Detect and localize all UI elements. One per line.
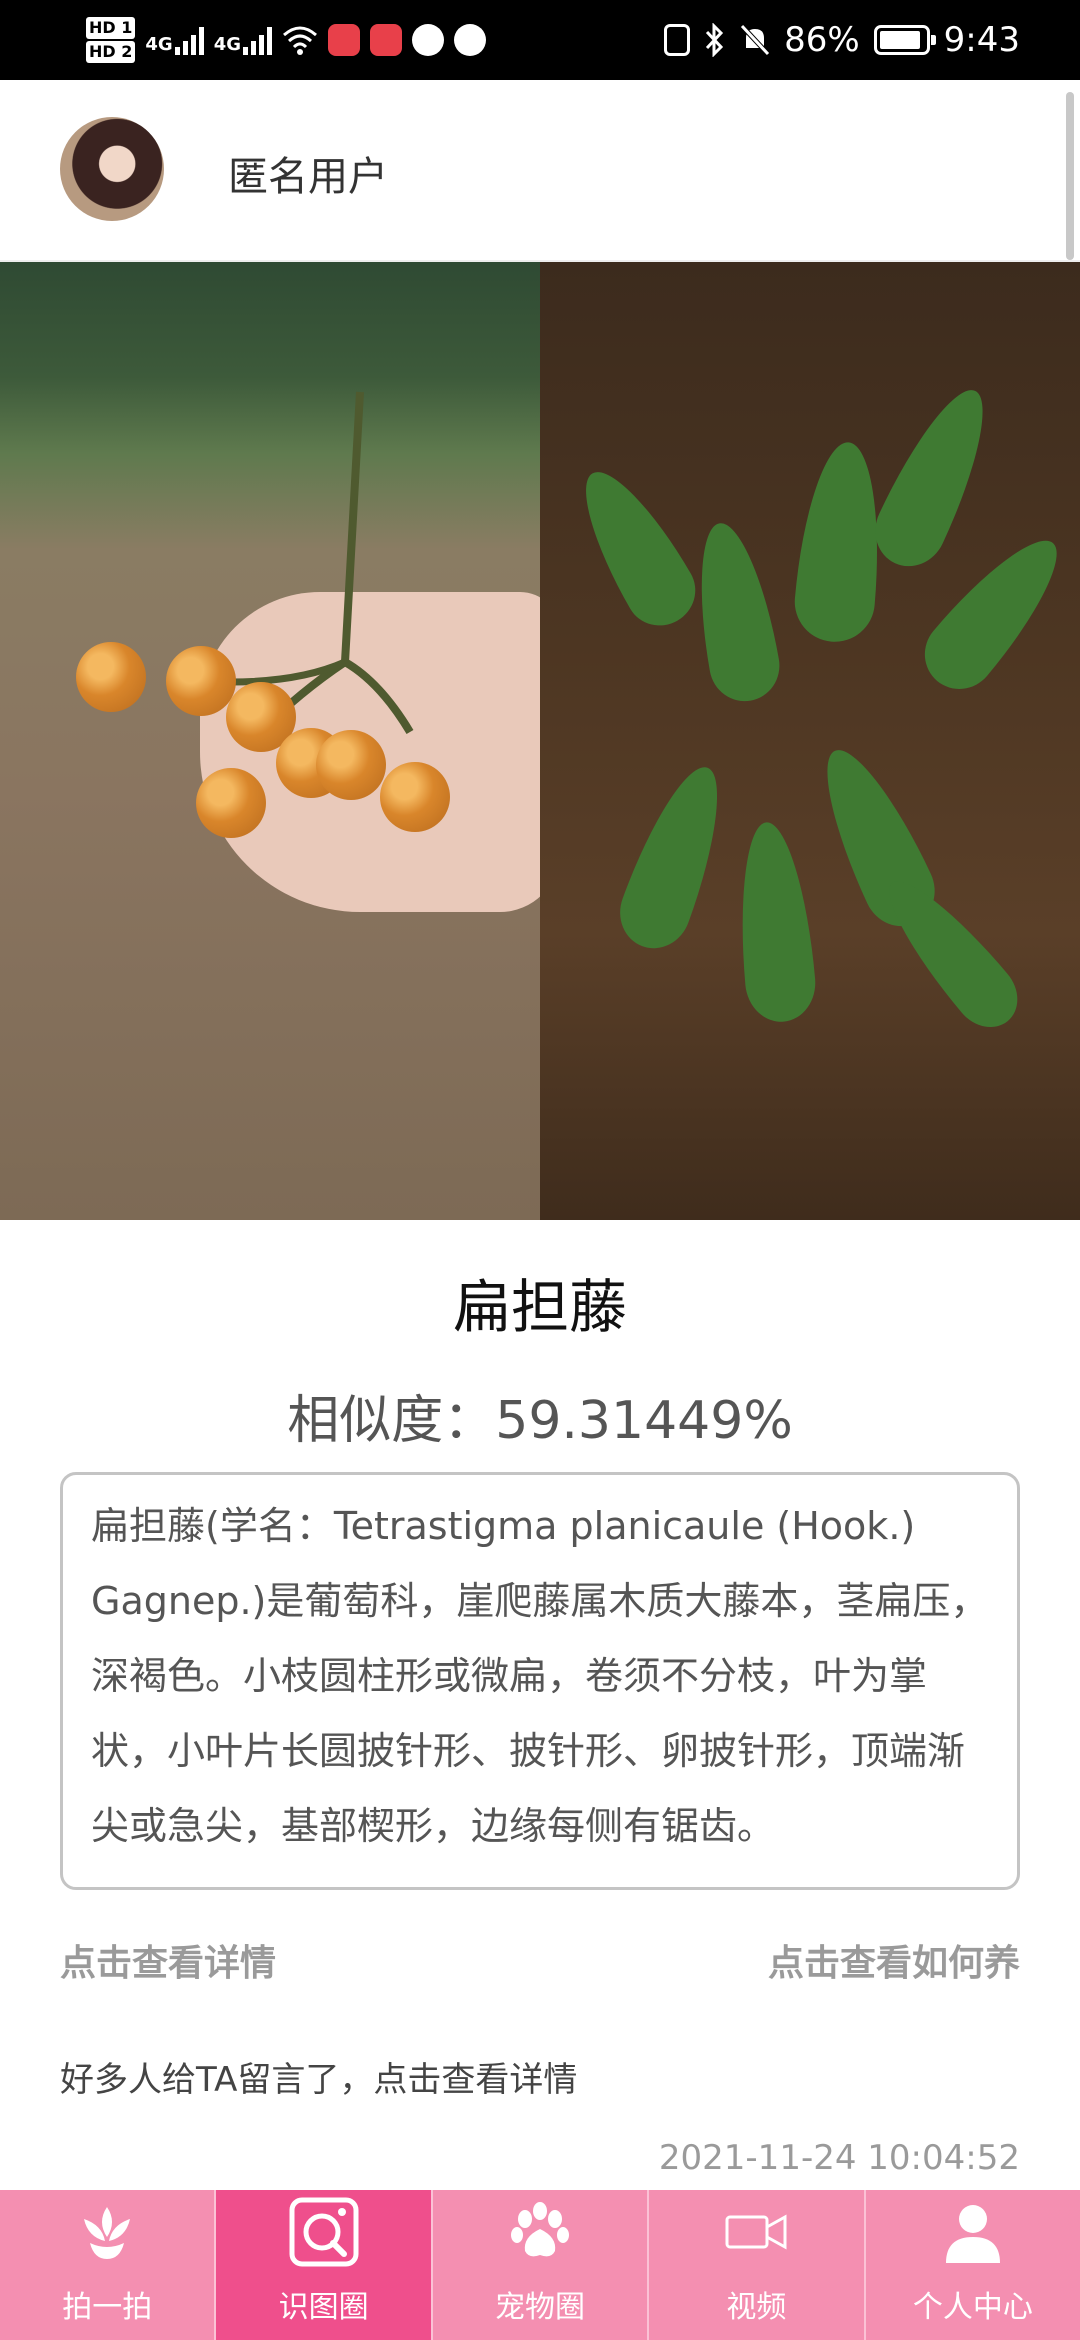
description-box[interactable]: 扁担藤(学名：Tetrastigma planicaule (Hook.) Ga… — [60, 1472, 1020, 1890]
notification-app-icon — [328, 24, 360, 56]
person-icon — [933, 2192, 1013, 2272]
nfc-icon — [664, 24, 691, 56]
clock: 9:43 — [943, 20, 1020, 60]
bottom-nav: 拍一拍 识图圈 宠物圈 视频 个人中心 — [0, 2190, 1080, 2340]
notification-circle-icon — [412, 24, 444, 56]
plant-name: 扁担藤 — [452, 1273, 627, 1341]
scrollbar[interactable] — [1066, 92, 1074, 260]
status-right: 86% 9:43 — [664, 10, 1020, 70]
status-bar: HD 1 HD 2 4G 4G 86% 9:43 — [0, 0, 1080, 80]
plant-photos — [0, 262, 1080, 1220]
view-detail-link[interactable]: 点击查看详情 — [60, 1934, 276, 1986]
avatar[interactable] — [60, 117, 164, 221]
status-left: HD 1 HD 2 4G 4G — [86, 10, 486, 70]
plant-photo-fruit[interactable] — [0, 262, 560, 1220]
fruit-berry — [316, 730, 386, 800]
nav-label: 视频 — [726, 2290, 787, 2325]
fruit-berry — [166, 646, 236, 716]
video-camera-icon — [716, 2192, 796, 2272]
leaf-shape — [562, 455, 708, 639]
hd-2-label: HD 2 — [86, 41, 136, 63]
paw-icon — [500, 2192, 580, 2272]
comment-hint-link[interactable]: 好多人给TA留言了，点击查看详情 — [60, 2052, 577, 2101]
fruit-berry — [380, 762, 450, 832]
battery-icon — [873, 25, 936, 55]
leaf-shape — [731, 819, 819, 1025]
bluetooth-icon — [705, 23, 724, 57]
network-2-label: 4G — [213, 34, 241, 55]
nav-item-profile[interactable]: 个人中心 — [866, 2190, 1080, 2340]
nav-item-photo-circle[interactable]: 识图圈 — [216, 2190, 433, 2340]
how-to-grow-link[interactable]: 点击查看如何养 — [768, 1934, 1020, 1986]
leaf-shape — [791, 438, 889, 646]
description-text: 扁担藤(学名：Tetrastigma planicaule (Hook.) Ga… — [91, 1504, 989, 1848]
leaf-shape — [863, 376, 1007, 578]
hd-1-label: HD 1 — [86, 17, 136, 39]
huawei-app-icon — [370, 24, 402, 56]
battery-percent: 86% — [784, 20, 860, 60]
photo-search-icon — [284, 2192, 364, 2272]
nav-item-snap[interactable]: 拍一拍 — [0, 2190, 217, 2340]
fruit-berry — [196, 768, 266, 838]
wifi-icon — [283, 26, 317, 55]
plant-photo-leaves[interactable] — [540, 262, 1080, 1220]
nav-item-video[interactable]: 视频 — [649, 2190, 866, 2340]
leaf-shape — [869, 863, 1031, 1041]
nav-item-pet-circle[interactable]: 宠物圈 — [433, 2190, 650, 2340]
nav-label: 个人中心 — [912, 2290, 1033, 2325]
nav-label: 宠物圈 — [495, 2290, 586, 2325]
leaf-shape — [609, 755, 741, 959]
fruit-berry — [76, 642, 146, 712]
flower-icon — [67, 2192, 147, 2272]
signal-bars-icon — [174, 25, 204, 55]
signal-bars-icon — [243, 25, 272, 55]
signal-2: 4G — [214, 25, 272, 55]
notification-ball-icon — [454, 24, 486, 56]
similarity-score: 相似度：59.31449% — [287, 1391, 793, 1451]
network-1-label: 4G — [145, 34, 173, 55]
nav-label: 识图圈 — [278, 2290, 369, 2325]
signal-1: 4G — [145, 25, 204, 55]
mute-bell-icon — [740, 24, 770, 56]
post-timestamp: 2021-11-24 10:04:52 — [658, 2138, 1020, 2178]
username[interactable]: 匿名用户 — [228, 144, 388, 202]
nav-label: 拍一拍 — [62, 2290, 153, 2325]
leaf-shape — [684, 517, 786, 707]
post-header: 匿名用户 — [0, 80, 1080, 260]
hd-indicator: HD 1 HD 2 — [86, 16, 136, 64]
